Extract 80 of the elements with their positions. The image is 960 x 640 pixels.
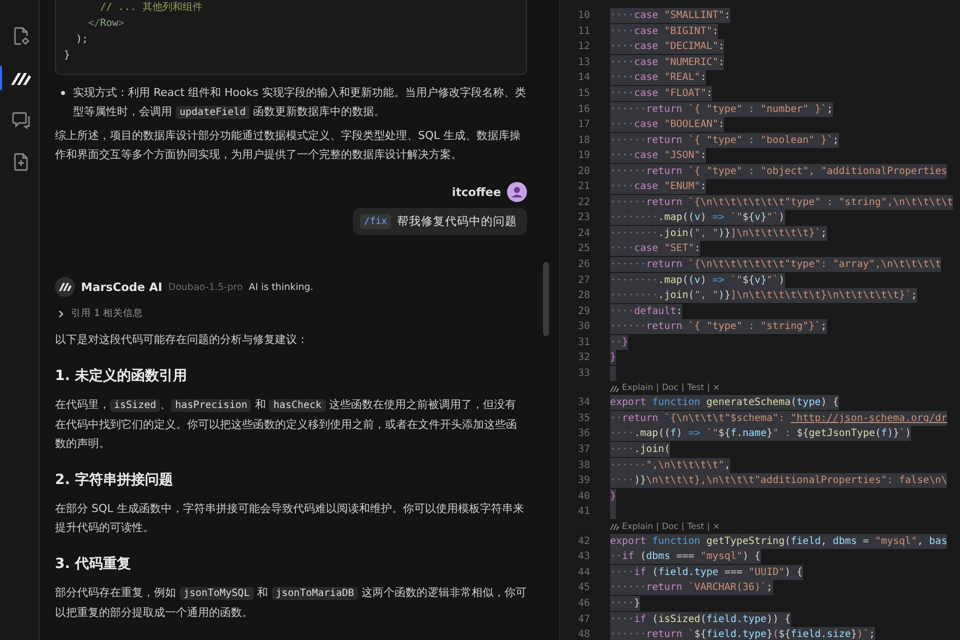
codelens-action[interactable]: Test [687, 522, 704, 532]
line-number: 10 [576, 10, 591, 22]
code-line: // ... 其他列和组件 [99, 0, 204, 15]
section-heading: 1. 未定义的函数引用 [55, 367, 188, 385]
line-number: 29 [576, 306, 591, 317]
line-number: 33 [576, 368, 591, 379]
line-number: 12 [576, 41, 591, 52]
line-number: 30 [576, 321, 591, 332]
bullet-text: 实现方式：利用 React 组件和 Hooks 实现字段的输入和更新功能。当用户修改字段名称、类型等属性时，会调用 updateField 函数更新数据库中的数据。 [73, 85, 527, 121]
chat-icon [10, 110, 30, 130]
status-text: AI is thinking. [248, 282, 314, 292]
line-number: 16 [576, 104, 591, 115]
line-number: 27 [576, 274, 591, 286]
line-number: 20 [576, 166, 591, 177]
line-number: 45 [576, 582, 591, 594]
user-name: itcoffee [452, 185, 501, 199]
line-number: 11 [576, 26, 591, 37]
code-line: </Row> [87, 17, 126, 31]
codelens-separator: | [681, 522, 684, 532]
line-number: 47 [576, 614, 591, 624]
line-number: 21 [576, 181, 591, 192]
section-heading: 3. 代码重复 [55, 555, 132, 573]
line-number: 15 [576, 88, 591, 99]
codelens-action[interactable]: Explain [622, 522, 654, 532]
line-number: 48 [576, 629, 591, 640]
codelens-separator: | [707, 383, 710, 394]
code-line: ); [75, 33, 90, 47]
assistant-name: MarsCode AI [81, 280, 162, 294]
line-number: 32 [576, 352, 591, 364]
paragraph: 部分代码存在重复，例如 jsonToMySQL 和 jsonToMariaDB 这两个函数的逻辑非常相似，你可以把重复的部分提取成一个通用的函数。 [55, 585, 527, 621]
codelens-action[interactable]: × [712, 383, 720, 394]
chevron-icon [57, 310, 65, 318]
paragraph: 在部分 SQL 生成函数中，字符串拼接可能会导致代码难以阅读和维护。你可以使用模板字符串来提升代码的可读性。 [55, 501, 525, 536]
reference-toggle[interactable]: 引用 1 相关信息 [57, 307, 144, 320]
codelens-separator: | [656, 383, 659, 394]
codelens-action[interactable]: Explain [622, 383, 654, 394]
line-number: 36 [576, 428, 591, 440]
codelens-action[interactable]: × [712, 522, 720, 532]
ai-logo-icon [55, 277, 75, 297]
line-number: 26 [576, 259, 591, 270]
line-number: 17 [576, 119, 591, 130]
line-number: 39 [576, 475, 591, 486]
codelens-separator: | [681, 383, 684, 394]
codelens-action[interactable]: Test [687, 383, 704, 394]
paragraph: 综上所述，项目的数据库设计部分功能通过数据模式定义、字段类型处理、SQL 生成、数据库操作和界面交互等多个方面协同实现，为用户提供了一个完整的数据库设计解决方案。 [55, 128, 522, 163]
line-number: 46 [576, 598, 591, 609]
command-chip: /fix [360, 214, 391, 229]
line-number: 37 [576, 444, 591, 456]
line-number: 28 [576, 290, 591, 302]
line-number: 38 [576, 460, 591, 471]
codelens-action[interactable]: Doc [662, 383, 678, 394]
line-number: 24 [576, 228, 591, 239]
codelens-action[interactable]: Doc [662, 522, 678, 532]
line-number: 42 [576, 536, 591, 547]
code-line: } [64, 49, 72, 63]
line-number: 40 [576, 490, 591, 502]
logo-icon [10, 70, 32, 86]
avatar-icon [507, 182, 527, 202]
section-heading: 2. 字符串拼接问题 [55, 471, 174, 489]
codelens-separator: | [707, 522, 710, 532]
bullet-icon [61, 91, 65, 95]
line-number: 19 [576, 150, 591, 162]
paragraph: 在代码里， isSized 、 hasPrecision 和 hasCheck 这些函数在使用之前被调用了，但没有在代码中找到它们的定义。你可以把这些函数的定义移到使用之前，或者在文件开头添加这些函数的声明。 [55, 397, 518, 452]
codelens-separator: | [656, 522, 659, 532]
line-number: 43 [576, 551, 591, 562]
line-number: 14 [576, 72, 591, 84]
line-number: 44 [576, 566, 591, 578]
line-number: 35 [576, 412, 591, 424]
line-number: 25 [576, 243, 591, 254]
message-text: 帮我修复代码中的问题 [397, 214, 517, 229]
paragraph: 以下是对这段代码可能存在问题的分析与修复建议： [55, 332, 309, 348]
line-number: 23 [576, 212, 591, 224]
model-name: Doubao-1.5-pro [168, 282, 243, 292]
line-number: 22 [576, 196, 591, 208]
line-number: 13 [576, 56, 591, 68]
line-number: 41 [576, 506, 591, 518]
line-number: 34 [576, 397, 591, 408]
scrollbar-thumb[interactable] [543, 262, 549, 336]
line-number: 18 [576, 134, 591, 146]
line-number: 31 [576, 336, 591, 348]
